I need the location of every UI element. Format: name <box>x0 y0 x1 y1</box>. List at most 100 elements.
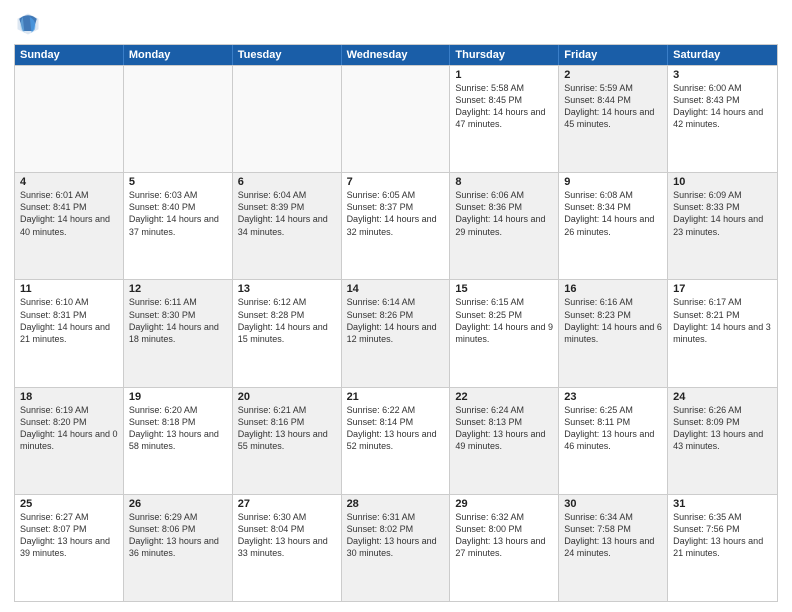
calendar-cell: 21Sunrise: 6:22 AM Sunset: 8:14 PM Dayli… <box>342 388 451 494</box>
day-number: 7 <box>347 176 445 188</box>
calendar-cell: 15Sunrise: 6:15 AM Sunset: 8:25 PM Dayli… <box>450 280 559 386</box>
day-number: 5 <box>129 176 227 188</box>
day-number: 6 <box>238 176 336 188</box>
day-number: 16 <box>564 283 662 295</box>
calendar-cell: 29Sunrise: 6:32 AM Sunset: 8:00 PM Dayli… <box>450 495 559 601</box>
cell-info: Sunrise: 6:01 AM Sunset: 8:41 PM Dayligh… <box>20 189 118 238</box>
calendar-body: 1Sunrise: 5:58 AM Sunset: 8:45 PM Daylig… <box>15 65 777 601</box>
calendar-cell: 16Sunrise: 6:16 AM Sunset: 8:23 PM Dayli… <box>559 280 668 386</box>
calendar-cell: 13Sunrise: 6:12 AM Sunset: 8:28 PM Dayli… <box>233 280 342 386</box>
calendar-cell: 1Sunrise: 5:58 AM Sunset: 8:45 PM Daylig… <box>450 66 559 172</box>
cell-info: Sunrise: 6:03 AM Sunset: 8:40 PM Dayligh… <box>129 189 227 238</box>
cell-info: Sunrise: 6:10 AM Sunset: 8:31 PM Dayligh… <box>20 296 118 345</box>
day-number: 19 <box>129 391 227 403</box>
calendar-cell: 22Sunrise: 6:24 AM Sunset: 8:13 PM Dayli… <box>450 388 559 494</box>
calendar-day-header: Tuesday <box>233 45 342 65</box>
calendar-cell: 10Sunrise: 6:09 AM Sunset: 8:33 PM Dayli… <box>668 173 777 279</box>
calendar-week-row: 25Sunrise: 6:27 AM Sunset: 8:07 PM Dayli… <box>15 494 777 601</box>
cell-info: Sunrise: 6:29 AM Sunset: 8:06 PM Dayligh… <box>129 511 227 560</box>
calendar-cell: 14Sunrise: 6:14 AM Sunset: 8:26 PM Dayli… <box>342 280 451 386</box>
calendar-cell: 17Sunrise: 6:17 AM Sunset: 8:21 PM Dayli… <box>668 280 777 386</box>
cell-info: Sunrise: 6:20 AM Sunset: 8:18 PM Dayligh… <box>129 404 227 453</box>
day-number: 28 <box>347 498 445 510</box>
calendar-day-header: Monday <box>124 45 233 65</box>
calendar-header: SundayMondayTuesdayWednesdayThursdayFrid… <box>15 45 777 65</box>
day-number: 9 <box>564 176 662 188</box>
cell-info: Sunrise: 6:00 AM Sunset: 8:43 PM Dayligh… <box>673 82 772 131</box>
calendar-cell <box>342 66 451 172</box>
cell-info: Sunrise: 6:17 AM Sunset: 8:21 PM Dayligh… <box>673 296 772 345</box>
cell-info: Sunrise: 6:34 AM Sunset: 7:58 PM Dayligh… <box>564 511 662 560</box>
calendar-cell: 20Sunrise: 6:21 AM Sunset: 8:16 PM Dayli… <box>233 388 342 494</box>
cell-info: Sunrise: 6:24 AM Sunset: 8:13 PM Dayligh… <box>455 404 553 453</box>
calendar-week-row: 18Sunrise: 6:19 AM Sunset: 8:20 PM Dayli… <box>15 387 777 494</box>
day-number: 10 <box>673 176 772 188</box>
calendar-day-header: Sunday <box>15 45 124 65</box>
cell-info: Sunrise: 6:15 AM Sunset: 8:25 PM Dayligh… <box>455 296 553 345</box>
day-number: 14 <box>347 283 445 295</box>
header <box>14 10 778 38</box>
day-number: 29 <box>455 498 553 510</box>
calendar-cell: 8Sunrise: 6:06 AM Sunset: 8:36 PM Daylig… <box>450 173 559 279</box>
day-number: 18 <box>20 391 118 403</box>
logo-icon <box>14 10 42 38</box>
calendar-cell: 5Sunrise: 6:03 AM Sunset: 8:40 PM Daylig… <box>124 173 233 279</box>
calendar-cell: 28Sunrise: 6:31 AM Sunset: 8:02 PM Dayli… <box>342 495 451 601</box>
cell-info: Sunrise: 6:32 AM Sunset: 8:00 PM Dayligh… <box>455 511 553 560</box>
cell-info: Sunrise: 6:25 AM Sunset: 8:11 PM Dayligh… <box>564 404 662 453</box>
day-number: 27 <box>238 498 336 510</box>
cell-info: Sunrise: 5:59 AM Sunset: 8:44 PM Dayligh… <box>564 82 662 131</box>
calendar-cell: 2Sunrise: 5:59 AM Sunset: 8:44 PM Daylig… <box>559 66 668 172</box>
calendar-cell: 12Sunrise: 6:11 AM Sunset: 8:30 PM Dayli… <box>124 280 233 386</box>
day-number: 12 <box>129 283 227 295</box>
day-number: 3 <box>673 69 772 81</box>
calendar-cell: 24Sunrise: 6:26 AM Sunset: 8:09 PM Dayli… <box>668 388 777 494</box>
calendar-cell: 19Sunrise: 6:20 AM Sunset: 8:18 PM Dayli… <box>124 388 233 494</box>
cell-info: Sunrise: 6:05 AM Sunset: 8:37 PM Dayligh… <box>347 189 445 238</box>
cell-info: Sunrise: 6:30 AM Sunset: 8:04 PM Dayligh… <box>238 511 336 560</box>
calendar-week-row: 11Sunrise: 6:10 AM Sunset: 8:31 PM Dayli… <box>15 279 777 386</box>
calendar-cell: 26Sunrise: 6:29 AM Sunset: 8:06 PM Dayli… <box>124 495 233 601</box>
calendar-day-header: Saturday <box>668 45 777 65</box>
day-number: 21 <box>347 391 445 403</box>
cell-info: Sunrise: 6:06 AM Sunset: 8:36 PM Dayligh… <box>455 189 553 238</box>
day-number: 8 <box>455 176 553 188</box>
calendar: SundayMondayTuesdayWednesdayThursdayFrid… <box>14 44 778 602</box>
calendar-cell: 4Sunrise: 6:01 AM Sunset: 8:41 PM Daylig… <box>15 173 124 279</box>
day-number: 4 <box>20 176 118 188</box>
calendar-day-header: Friday <box>559 45 668 65</box>
calendar-cell: 3Sunrise: 6:00 AM Sunset: 8:43 PM Daylig… <box>668 66 777 172</box>
day-number: 2 <box>564 69 662 81</box>
calendar-day-header: Thursday <box>450 45 559 65</box>
day-number: 17 <box>673 283 772 295</box>
cell-info: Sunrise: 6:09 AM Sunset: 8:33 PM Dayligh… <box>673 189 772 238</box>
page: SundayMondayTuesdayWednesdayThursdayFrid… <box>0 0 792 612</box>
calendar-cell: 23Sunrise: 6:25 AM Sunset: 8:11 PM Dayli… <box>559 388 668 494</box>
calendar-cell: 11Sunrise: 6:10 AM Sunset: 8:31 PM Dayli… <box>15 280 124 386</box>
day-number: 1 <box>455 69 553 81</box>
logo <box>14 10 46 38</box>
calendar-cell <box>233 66 342 172</box>
calendar-cell: 6Sunrise: 6:04 AM Sunset: 8:39 PM Daylig… <box>233 173 342 279</box>
calendar-cell: 30Sunrise: 6:34 AM Sunset: 7:58 PM Dayli… <box>559 495 668 601</box>
calendar-cell: 27Sunrise: 6:30 AM Sunset: 8:04 PM Dayli… <box>233 495 342 601</box>
cell-info: Sunrise: 6:27 AM Sunset: 8:07 PM Dayligh… <box>20 511 118 560</box>
cell-info: Sunrise: 6:12 AM Sunset: 8:28 PM Dayligh… <box>238 296 336 345</box>
cell-info: Sunrise: 6:04 AM Sunset: 8:39 PM Dayligh… <box>238 189 336 238</box>
calendar-cell: 18Sunrise: 6:19 AM Sunset: 8:20 PM Dayli… <box>15 388 124 494</box>
cell-info: Sunrise: 6:31 AM Sunset: 8:02 PM Dayligh… <box>347 511 445 560</box>
cell-info: Sunrise: 6:08 AM Sunset: 8:34 PM Dayligh… <box>564 189 662 238</box>
cell-info: Sunrise: 6:16 AM Sunset: 8:23 PM Dayligh… <box>564 296 662 345</box>
day-number: 24 <box>673 391 772 403</box>
day-number: 30 <box>564 498 662 510</box>
calendar-cell <box>15 66 124 172</box>
calendar-cell: 9Sunrise: 6:08 AM Sunset: 8:34 PM Daylig… <box>559 173 668 279</box>
day-number: 20 <box>238 391 336 403</box>
day-number: 31 <box>673 498 772 510</box>
cell-info: Sunrise: 6:35 AM Sunset: 7:56 PM Dayligh… <box>673 511 772 560</box>
calendar-week-row: 4Sunrise: 6:01 AM Sunset: 8:41 PM Daylig… <box>15 172 777 279</box>
calendar-cell: 25Sunrise: 6:27 AM Sunset: 8:07 PM Dayli… <box>15 495 124 601</box>
calendar-week-row: 1Sunrise: 5:58 AM Sunset: 8:45 PM Daylig… <box>15 65 777 172</box>
calendar-cell <box>124 66 233 172</box>
calendar-cell: 7Sunrise: 6:05 AM Sunset: 8:37 PM Daylig… <box>342 173 451 279</box>
